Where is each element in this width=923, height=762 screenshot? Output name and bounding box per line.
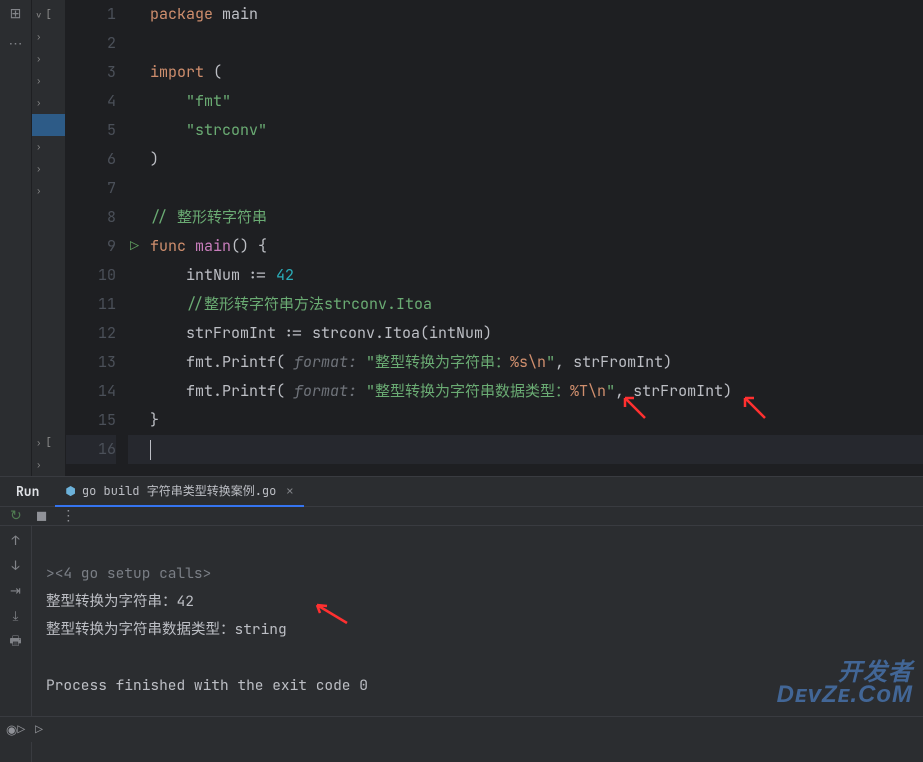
annotation-arrow-3: [312, 598, 352, 628]
project-row[interactable]: ›: [32, 70, 65, 92]
run-panel-label[interactable]: Run: [8, 483, 47, 500]
stop-icon[interactable]: ◼: [36, 507, 48, 525]
code-content[interactable]: package main import ( "fmt" "strconv" ) …: [150, 0, 923, 476]
project-row[interactable]: ∨[: [32, 4, 65, 26]
separator-icon: ⋮: [61, 507, 75, 525]
line-gutter: 1 2 3 4 5 6 7 8 9 10 11 12 13 14 15 16: [66, 0, 128, 476]
run-config-tab[interactable]: ⬢ go build 字符串类型转换案例.go ✕: [55, 477, 303, 507]
go-file-icon: ⬢: [65, 483, 75, 499]
project-row[interactable]: ›: [32, 180, 65, 202]
project-row[interactable]: ›: [32, 158, 65, 180]
console-output[interactable]: ><4 go setup calls> 整型转换为字符串：42 整型转换为字符串…: [32, 526, 923, 762]
project-row[interactable]: ›[: [32, 432, 65, 454]
code-editor[interactable]: 1 2 3 4 5 6 7 8 9 10 11 12 13 14 15 16 ▷: [66, 0, 923, 476]
run-tool-icon[interactable]: ◉▷: [6, 721, 25, 738]
scroll-icon[interactable]: ⤓: [13, 607, 19, 624]
project-row-selected[interactable]: [32, 114, 65, 136]
down-icon[interactable]: ↓: [12, 557, 20, 574]
sidebar-more-icon[interactable]: ⋯: [6, 34, 26, 54]
left-sidebar: ⊞ ⋯: [0, 0, 32, 476]
rerun-icon[interactable]: ↻: [10, 507, 22, 525]
project-row[interactable]: ›: [32, 26, 65, 48]
run-tabs-bar: Run ⬢ go build 字符串类型转换案例.go ✕: [0, 477, 923, 507]
project-row[interactable]: ›: [32, 48, 65, 70]
run-panel: Run ⬢ go build 字符串类型转换案例.go ✕ ↻ ◼ ⋮ ↑ ↓ …: [0, 476, 923, 716]
step-icon[interactable]: ▷: [35, 721, 43, 738]
close-tab-icon[interactable]: ✕: [286, 483, 293, 499]
sidebar-grid-icon[interactable]: ⊞: [6, 4, 26, 24]
project-row[interactable]: ›: [32, 136, 65, 158]
project-row[interactable]: ›: [32, 454, 65, 476]
up-icon[interactable]: ↑: [12, 532, 20, 549]
project-row[interactable]: ›: [32, 92, 65, 114]
print-icon[interactable]: 🖶: [9, 632, 21, 654]
run-toolbar: ↻ ◼ ⋮: [0, 507, 923, 526]
run-gutter-icon[interactable]: ▷: [130, 232, 139, 261]
gutter-icons: ▷: [128, 0, 150, 476]
wrap-icon[interactable]: ⇥: [10, 582, 21, 599]
project-panel: ∨[ › › › › › › › ›[ ›: [32, 0, 66, 476]
text-cursor: [150, 440, 151, 460]
